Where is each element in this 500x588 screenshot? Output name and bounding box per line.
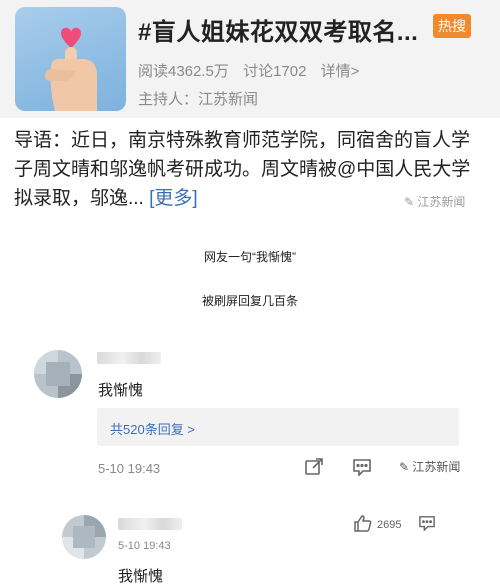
watermark-text: 江苏新闻: [412, 460, 461, 474]
topic-stats: 阅读4362.5万 讨论1702 详情>: [138, 60, 369, 81]
like-count: 2695: [377, 519, 402, 531]
comment-time: 5-10 19:43: [118, 540, 171, 552]
share-icon[interactable]: [304, 458, 324, 481]
watermark-icon: ✎: [404, 195, 415, 209]
username-blurred[interactable]: [118, 518, 182, 530]
username-blurred[interactable]: [97, 352, 161, 364]
reads-count: 阅读4362.5万: [138, 63, 229, 80]
comment-text: 我惭愧: [98, 382, 144, 399]
watermark: ✎ 江苏新闻: [404, 193, 465, 210]
details-link[interactable]: 详情>: [321, 63, 360, 80]
more-link[interactable]: [更多]: [149, 188, 198, 209]
intro-text: 导语：近日，南京特殊教育师范学院，同宿舍的盲人学子周文晴和邬逸帆考研成功。周文晴…: [14, 130, 471, 209]
caption-line-2: 被刷屏回复几百条: [201, 294, 298, 308]
hot-badge: 热搜: [433, 14, 471, 38]
topic-host: 主持人：江苏新闻: [138, 91, 259, 108]
watermark-icon: ✎: [399, 460, 410, 474]
comment-icon[interactable]: [352, 458, 372, 481]
like-icon: [354, 515, 372, 532]
topic-title: #盲人姐妹花双双考取名...: [138, 19, 419, 46]
topic-thumbnail[interactable]: [15, 7, 126, 111]
avatar[interactable]: [34, 350, 82, 398]
watermark-text: 江苏新闻: [417, 195, 466, 209]
comment-icon[interactable]: [418, 515, 436, 536]
watermark-overlay: ✎ 江苏新闻: [399, 458, 460, 475]
comment-time: 5-10 19:43: [98, 461, 161, 476]
discussion-count: 讨论1702: [243, 63, 307, 80]
comment-text: 我惭愧: [118, 568, 164, 585]
avatar[interactable]: [62, 515, 106, 559]
replies-link[interactable]: 共520条回复 >: [110, 419, 195, 438]
caption-line-1: 网友一句“我惭愧”: [204, 250, 296, 264]
like-button[interactable]: [354, 515, 372, 537]
